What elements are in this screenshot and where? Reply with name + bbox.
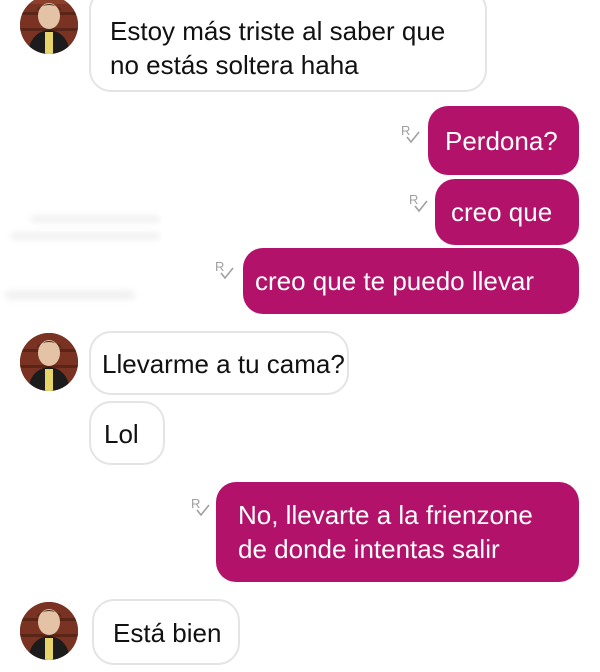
incoming-message[interactable]: Está bien: [92, 599, 240, 665]
svg-text:R: R: [409, 192, 418, 207]
incoming-message[interactable]: Llevarme a tu cama?: [89, 331, 349, 395]
contact-avatar[interactable]: [20, 333, 78, 391]
svg-text:R: R: [191, 496, 200, 511]
svg-text:R: R: [215, 259, 224, 274]
blur-artifact: [5, 290, 135, 300]
contact-avatar[interactable]: [20, 602, 78, 660]
person-icon: [20, 0, 78, 54]
outgoing-message[interactable]: creo que: [435, 179, 579, 245]
person-icon: [20, 333, 78, 391]
contact-avatar[interactable]: [20, 0, 78, 54]
outgoing-message[interactable]: creo que te puedo llevar: [243, 248, 579, 314]
incoming-message[interactable]: Lol: [89, 401, 165, 465]
outgoing-message[interactable]: No, llevarte a la frienzone de donde int…: [216, 482, 579, 582]
incoming-message[interactable]: Estoy más triste al saber que no estás s…: [89, 0, 487, 92]
outgoing-message[interactable]: Perdona?: [428, 106, 579, 175]
read-receipt-icon: R: [191, 496, 210, 517]
read-receipt-icon: R: [409, 192, 428, 213]
blur-artifact: [10, 232, 160, 240]
blur-artifact: [30, 215, 160, 223]
read-receipt-icon: R: [401, 123, 420, 144]
chat-thread: Estoy más triste al saber que no estás s…: [0, 0, 600, 672]
read-receipt-icon: R: [215, 259, 234, 280]
person-icon: [20, 602, 78, 660]
svg-text:R: R: [401, 123, 410, 138]
